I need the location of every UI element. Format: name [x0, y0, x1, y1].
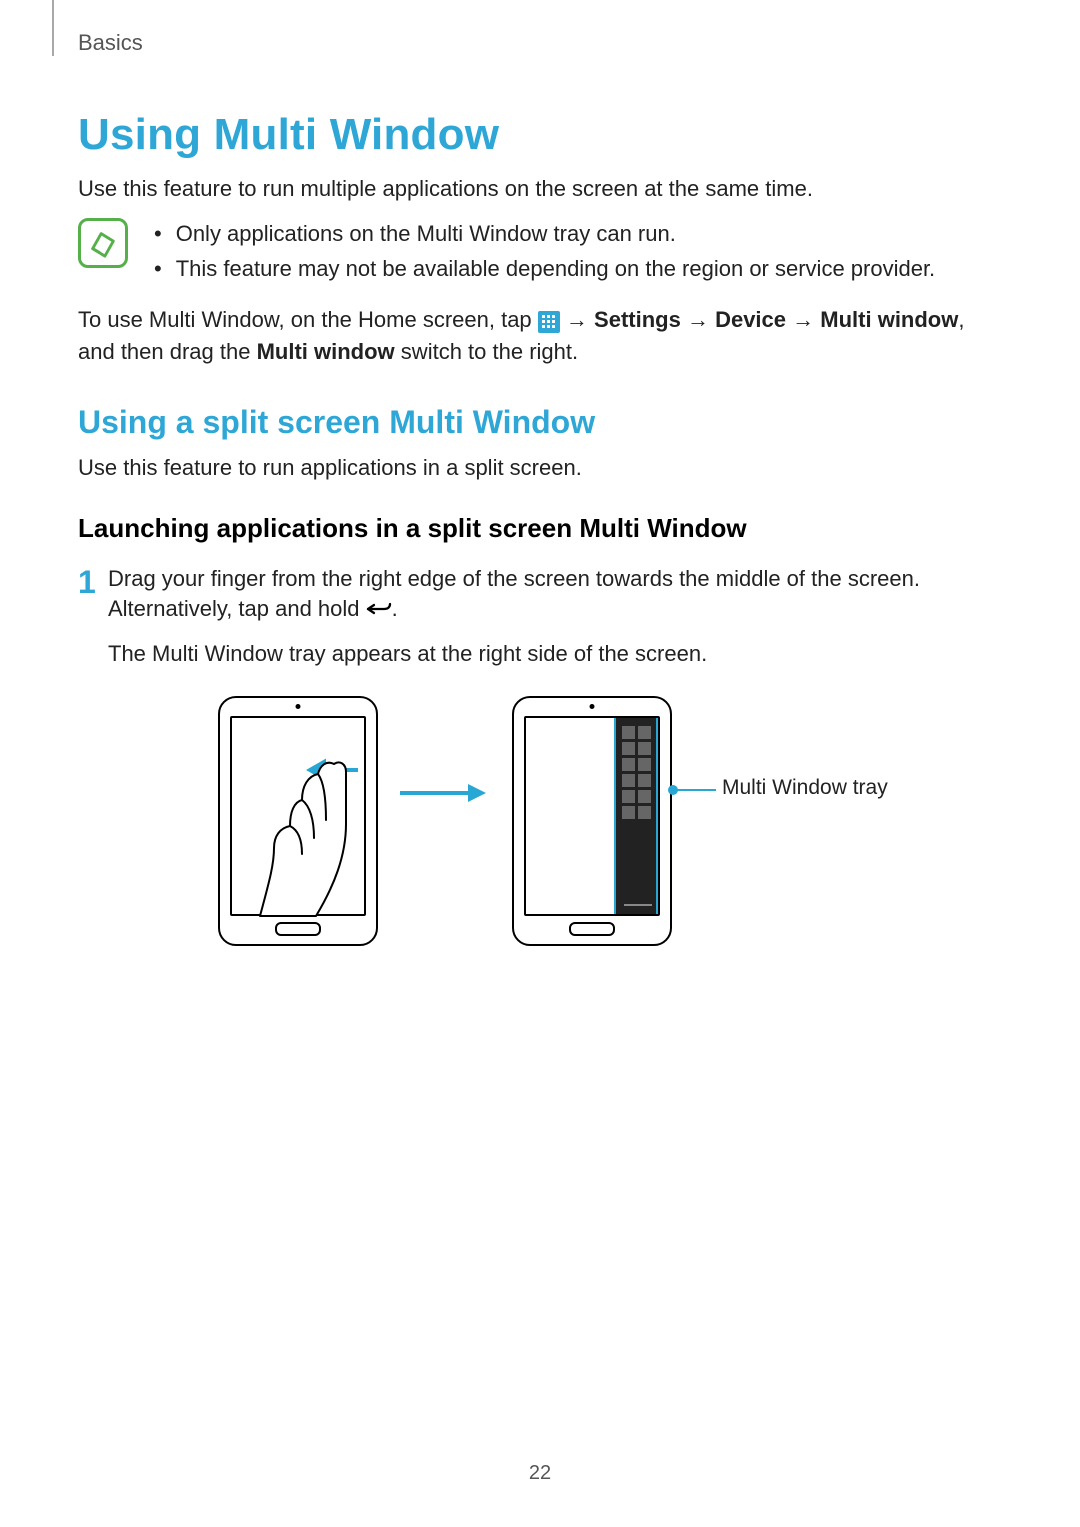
arrow-text: → — [792, 307, 820, 332]
back-key-icon — [366, 599, 392, 619]
tray-app-icon — [622, 742, 635, 755]
tray-app-icon — [638, 790, 651, 803]
header-rule — [52, 0, 54, 56]
step-number: 1 — [78, 566, 108, 598]
note-block: • Only applications on the Multi Window … — [78, 216, 1002, 286]
instruction-text: To use Multi Window, on the Home screen,… — [78, 304, 1002, 368]
bullet-dot-icon: • — [154, 216, 162, 251]
step: 1 Drag your finger from the right edge o… — [78, 564, 1002, 626]
home-button-icon — [275, 922, 321, 936]
path-settings: Settings — [594, 307, 681, 332]
mw-bold: Multi window — [257, 339, 395, 364]
multi-window-tray — [614, 718, 658, 914]
note-item-text: Only applications on the Multi Window tr… — [176, 216, 676, 251]
transition-arrow-icon — [398, 781, 488, 805]
sub-intro-text: Use this feature to run applications in … — [78, 453, 1002, 483]
apps-grid-icon — [538, 311, 560, 333]
note-item-text: This feature may not be available depend… — [176, 251, 935, 286]
home-button-icon — [569, 922, 615, 936]
path-multi-window: Multi window — [820, 307, 958, 332]
instruction-suffix: switch to the right. — [395, 339, 578, 364]
breadcrumb: Basics — [78, 30, 143, 56]
page-content: Using Multi Window Use this feature to r… — [78, 100, 1002, 976]
note-icon — [78, 218, 128, 268]
page-number: 22 — [0, 1462, 1080, 1485]
phone-after — [512, 696, 672, 946]
note-item: • This feature may not be available depe… — [154, 251, 1002, 286]
step-body: Drag your finger from the right edge of … — [108, 564, 1002, 626]
note-bullets: • Only applications on the Multi Window … — [154, 216, 1002, 286]
step-result: The Multi Window tray appears at the rig… — [108, 639, 1002, 670]
camera-dot-icon — [296, 704, 301, 709]
path-device: Device — [715, 307, 786, 332]
arrow-text: → — [566, 307, 594, 332]
manual-page: Basics Using Multi Window Use this featu… — [0, 0, 1080, 1527]
tray-app-icon — [622, 806, 635, 819]
callout-label: Multi Window tray — [722, 776, 888, 800]
tray-app-icon — [638, 758, 651, 771]
phone-screen — [524, 716, 660, 916]
bullet-dot-icon: • — [154, 251, 162, 286]
tray-app-icon — [638, 742, 651, 755]
section-heading: Launching applications in a split screen… — [78, 513, 1002, 544]
page-title: Using Multi Window — [78, 110, 1002, 160]
instruction-prefix: To use Multi Window, on the Home screen,… — [78, 307, 538, 332]
phone-before — [218, 696, 378, 946]
tray-app-icon — [638, 806, 651, 819]
callout-line — [676, 789, 716, 791]
arrow-text: → — [687, 307, 715, 332]
tray-app-icon — [622, 774, 635, 787]
tray-handle-icon — [624, 904, 652, 906]
camera-dot-icon — [590, 704, 595, 709]
tray-app-icon — [638, 726, 651, 739]
step-line-1a: Drag your finger from the right edge of … — [108, 566, 920, 622]
tray-app-icon — [622, 758, 635, 771]
tray-app-icon — [638, 774, 651, 787]
intro-text: Use this feature to run multiple applica… — [78, 174, 1002, 204]
section-subtitle: Using a split screen Multi Window — [78, 404, 1002, 441]
tray-app-icon — [622, 790, 635, 803]
note-item: • Only applications on the Multi Window … — [154, 216, 1002, 251]
figure: Multi Window tray — [108, 696, 1002, 976]
step-line-1b: . — [392, 596, 398, 621]
swipe-hand-icon — [230, 716, 370, 920]
tray-app-icon — [622, 726, 635, 739]
